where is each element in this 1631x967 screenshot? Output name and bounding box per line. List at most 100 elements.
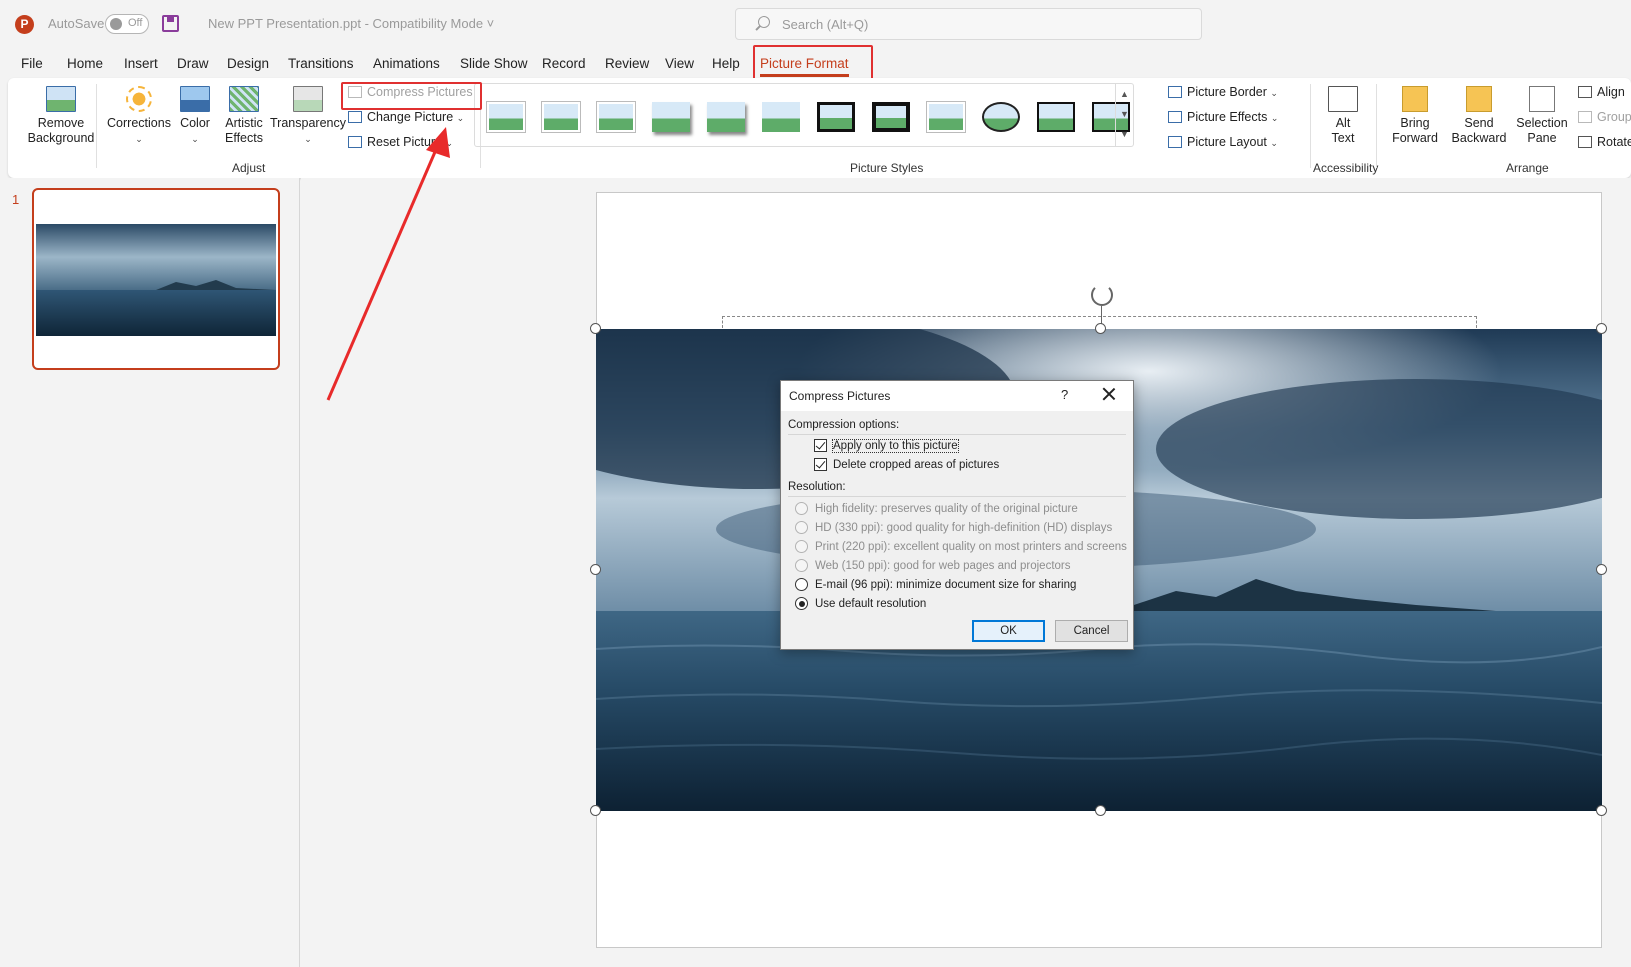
radio-web[interactable] — [795, 559, 808, 572]
picture-style-thumb[interactable] — [817, 102, 855, 132]
tab-slide-show[interactable]: Slide Show — [460, 56, 528, 71]
autosave-state: Off — [128, 17, 143, 29]
chevron-down-icon: ⌄ — [445, 138, 454, 148]
change-picture-button[interactable]: Change Picture ⌄ — [348, 110, 464, 124]
search-icon — [758, 16, 770, 28]
document-title[interactable]: New PPT Presentation.ppt - Compatibility… — [208, 16, 494, 31]
radio-default-row[interactable]: Use default resolution — [795, 597, 926, 610]
picture-border-label: Picture Border — [1187, 85, 1267, 99]
picture-border-button[interactable]: Picture Border ⌄ — [1168, 85, 1278, 99]
resize-handle-top-left[interactable] — [590, 323, 601, 334]
slide-thumbnail[interactable] — [32, 188, 280, 370]
picture-style-thumb[interactable] — [652, 102, 690, 132]
radio-print[interactable] — [795, 540, 808, 553]
picture-style-thumb[interactable] — [762, 102, 800, 132]
reset-picture-button[interactable]: Reset Picture ⌄ — [348, 135, 453, 149]
tab-file[interactable]: File — [21, 56, 43, 71]
picture-style-thumb[interactable] — [542, 102, 580, 132]
radio-high-fidelity-row[interactable]: High fidelity: preserves quality of the … — [795, 502, 1078, 515]
transparency-button[interactable]: Transparency ⌄ — [268, 86, 348, 147]
picture-effects-label: Picture Effects — [1187, 110, 1268, 124]
tab-review[interactable]: Review — [605, 56, 649, 71]
chevron-up-icon[interactable]: ▲ — [1116, 84, 1133, 104]
change-picture-label: Change Picture — [367, 110, 454, 124]
tab-insert[interactable]: Insert — [124, 56, 158, 71]
picture-style-thumb[interactable] — [927, 102, 965, 132]
send-backward-button[interactable]: Send Backward — [1446, 86, 1512, 146]
autosave-toggle[interactable]: Off — [105, 14, 149, 34]
more-icon[interactable]: ▼ — [1116, 124, 1133, 144]
search-box[interactable] — [735, 8, 1202, 40]
corrections-button[interactable]: Corrections ⌄ — [104, 86, 174, 147]
artistic-effects-button[interactable]: Artistic Effects — [216, 86, 272, 146]
title-bar: P AutoSave Off New PPT Presentation.ppt … — [0, 0, 1631, 46]
picture-style-thumb[interactable] — [707, 102, 745, 132]
resize-handle-top-right[interactable] — [1596, 323, 1607, 334]
color-button[interactable]: Color ⌄ — [172, 86, 218, 147]
picture-style-thumb[interactable] — [982, 102, 1020, 132]
tab-home[interactable]: Home — [67, 56, 103, 71]
help-icon[interactable]: ? — [1061, 387, 1068, 402]
radio-email-row[interactable]: E-mail (96 ppi): minimize document size … — [795, 578, 1076, 591]
alt-text-button[interactable]: Alt Text — [1318, 86, 1368, 146]
apply-only-checkbox-row[interactable]: Apply only to this picture — [814, 439, 959, 453]
radio-default[interactable] — [795, 597, 808, 610]
resize-handle-right[interactable] — [1596, 564, 1607, 575]
ok-button[interactable]: OK — [972, 620, 1045, 642]
remove-background-button[interactable]: Remove Background — [22, 86, 100, 146]
radio-hd[interactable] — [795, 521, 808, 534]
picture-style-thumb[interactable] — [487, 102, 525, 132]
slide-thumbnail-picture — [36, 224, 276, 336]
close-icon[interactable] — [1101, 386, 1117, 402]
search-input[interactable] — [782, 15, 1182, 33]
picture-styles-gallery: ▲ ▼ ▼ — [474, 83, 1134, 147]
rotate-button[interactable]: Rotate — [1578, 135, 1631, 149]
resize-handle-bottom-right[interactable] — [1596, 805, 1607, 816]
tab-animations[interactable]: Animations — [373, 56, 440, 71]
highlight-box-compress-pictures — [341, 82, 482, 110]
picture-style-thumb[interactable] — [597, 102, 635, 132]
artistic-effects-icon — [229, 86, 259, 112]
resize-handle-bottom-left[interactable] — [590, 805, 601, 816]
color-icon — [180, 86, 210, 112]
resize-handle-top[interactable] — [1095, 323, 1106, 334]
picture-layout-button[interactable]: Picture Layout ⌄ — [1168, 135, 1278, 149]
corrections-label: Corrections — [107, 116, 171, 130]
resize-handle-bottom[interactable] — [1095, 805, 1106, 816]
tab-design[interactable]: Design — [227, 56, 269, 71]
send-backward-label-2: Backward — [1451, 131, 1507, 145]
rotate-handle-icon[interactable] — [1091, 284, 1113, 306]
tab-view[interactable]: View — [665, 56, 694, 71]
picture-effects-button[interactable]: Picture Effects ⌄ — [1168, 110, 1278, 124]
align-icon — [1578, 86, 1592, 98]
chevron-down-icon[interactable]: ▼ — [1116, 104, 1133, 124]
compress-pictures-dialog: Compress Pictures ? Compression options:… — [780, 380, 1134, 650]
radio-print-row[interactable]: Print (220 ppi): excellent quality on mo… — [795, 540, 1127, 553]
picture-style-thumb[interactable] — [872, 102, 910, 132]
radio-web-row[interactable]: Web (150 ppi): good for web pages and pr… — [795, 559, 1071, 572]
bring-forward-button[interactable]: Bring Forward — [1384, 86, 1446, 146]
tab-transitions[interactable]: Transitions — [288, 56, 354, 71]
selection-pane-button[interactable]: Selection Pane — [1512, 86, 1572, 146]
cancel-button[interactable]: Cancel — [1055, 620, 1128, 642]
delete-cropped-checkbox[interactable] — [814, 458, 827, 471]
radio-hd-row[interactable]: HD (330 ppi): good quality for high-defi… — [795, 521, 1112, 534]
artistic-effects-label-2: Effects — [225, 131, 263, 145]
bring-forward-icon — [1402, 86, 1428, 112]
picture-style-thumb[interactable] — [1037, 102, 1075, 132]
apply-only-checkbox[interactable] — [814, 439, 827, 452]
radio-email[interactable] — [795, 578, 808, 591]
save-icon[interactable] — [162, 15, 179, 32]
tab-record[interactable]: Record — [542, 56, 586, 71]
radio-high-fidelity[interactable] — [795, 502, 808, 515]
delete-cropped-checkbox-row[interactable]: Delete cropped areas of pictures — [814, 458, 999, 471]
radio-default-label: Use default resolution — [815, 598, 927, 610]
group-button[interactable]: Group — [1578, 110, 1631, 124]
chevron-down-icon: ⌄ — [135, 134, 143, 144]
align-button[interactable]: Align — [1578, 85, 1625, 99]
tab-draw[interactable]: Draw — [177, 56, 209, 71]
resize-handle-left[interactable] — [590, 564, 601, 575]
selection-pane-icon — [1529, 86, 1555, 112]
tab-help[interactable]: Help — [712, 56, 740, 71]
artistic-effects-label-1: Artistic — [225, 116, 263, 130]
